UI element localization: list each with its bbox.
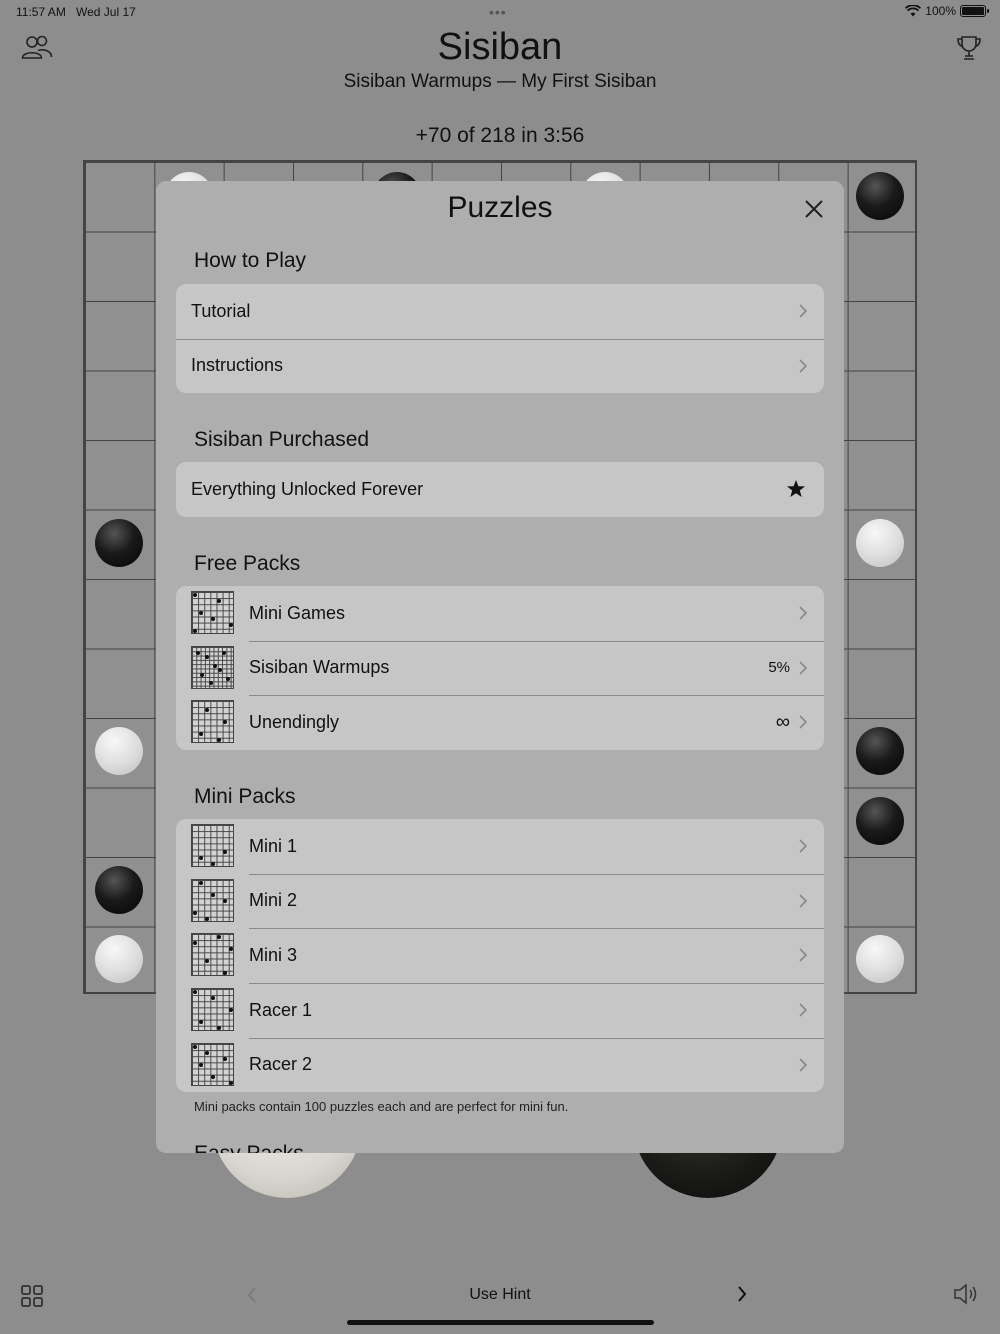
sisiban-warmups-row[interactable]: Sisiban Warmups 5% (176, 640, 824, 696)
chevron-right-icon (799, 715, 808, 729)
row-label: Unendingly (249, 712, 340, 733)
white-stone[interactable] (95, 727, 143, 775)
section-header-easy-packs: Easy Packs (194, 1142, 304, 1153)
chevron-right-icon (799, 894, 808, 908)
section-header-purchased: Sisiban Purchased (194, 428, 370, 451)
battery-percent: 100% (925, 4, 956, 18)
white-stone[interactable] (856, 935, 904, 983)
section-header-free-packs: Free Packs (194, 552, 301, 575)
chevron-right-icon[interactable] (736, 1285, 748, 1303)
row-label: Racer 2 (249, 1054, 313, 1075)
white-stone[interactable] (95, 935, 143, 983)
tutorial-row[interactable]: Tutorial (176, 284, 824, 339)
battery-icon (960, 5, 989, 17)
black-stone[interactable] (856, 797, 904, 845)
progress-value: 5% (768, 659, 790, 677)
chevron-right-icon (799, 948, 808, 962)
pack-thumbnail (191, 645, 234, 689)
instructions-row[interactable]: Instructions (176, 338, 824, 394)
wifi-icon (905, 5, 922, 17)
pack-thumbnail (191, 1042, 234, 1086)
unendingly-row[interactable]: Unendingly ∞ (176, 695, 824, 750)
modal-title: Puzzles (447, 191, 553, 224)
multitasking-dots-icon[interactable]: ••• (489, 4, 507, 20)
how-to-play-group: Tutorial Instructions (176, 284, 824, 394)
black-stone[interactable] (95, 519, 143, 567)
row-label: Mini 3 (249, 945, 298, 966)
row-label: Racer 1 (249, 999, 313, 1020)
black-stone[interactable] (856, 727, 904, 775)
status-bar: 11:57 AM Wed Jul 17 ••• 100% (0, 0, 1000, 24)
mini-games-row[interactable]: Mini Games (176, 586, 824, 641)
pack-thumbnail (191, 933, 234, 977)
status-date: Wed Jul 17 (76, 5, 136, 19)
black-stone[interactable] (95, 866, 143, 914)
section-header-mini-packs: Mini Packs (194, 785, 296, 808)
mini-2-row[interactable]: Mini 2 (176, 873, 824, 929)
row-label: Mini 2 (249, 890, 298, 911)
star-icon (787, 480, 805, 497)
row-label: Instructions (191, 355, 284, 376)
row-label: Mini 1 (249, 835, 298, 856)
free-packs-group: Mini Games Sisiban Warmups 5% Unendingly… (176, 586, 824, 750)
home-indicator[interactable] (347, 1320, 654, 1325)
chevron-right-icon (799, 1003, 808, 1017)
close-icon[interactable] (802, 197, 826, 221)
pack-thumbnail (191, 700, 234, 744)
everything-unlocked-row[interactable]: Everything Unlocked Forever (176, 462, 824, 517)
racer-1-row[interactable]: Racer 1 (176, 982, 824, 1038)
score-progress: +70 of 218 in 3:56 (415, 124, 585, 147)
row-label: Tutorial (191, 300, 251, 321)
page-title: Sisiban (437, 26, 563, 68)
row-label: Sisiban Warmups (249, 657, 390, 678)
status-right: 100% (905, 4, 989, 18)
black-stone[interactable] (856, 172, 904, 220)
status-time: 11:57 AM (16, 5, 66, 19)
chevron-right-icon (799, 606, 808, 620)
speaker-icon[interactable] (953, 1283, 979, 1305)
chevron-right-icon (799, 304, 808, 318)
mini-packs-footnote: Mini packs contain 100 puzzles each and … (194, 1099, 569, 1114)
racer-2-row[interactable]: Racer 2 (176, 1037, 824, 1093)
white-stone[interactable] (856, 519, 904, 567)
section-header-how-to-play: How to Play (194, 249, 307, 272)
trophy-icon[interactable] (956, 34, 982, 62)
infinity-value: ∞ (775, 711, 790, 734)
purchased-group: Everything Unlocked Forever (176, 462, 824, 517)
pack-thumbnail (191, 878, 234, 922)
page-subtitle: Sisiban Warmups — My First Sisiban (343, 71, 657, 92)
chevron-right-icon (799, 839, 808, 853)
mini-3-row[interactable]: Mini 3 (176, 928, 824, 983)
chevron-right-icon (799, 359, 808, 373)
chevron-right-icon (799, 1058, 808, 1072)
mini-1-row[interactable]: Mini 1 (176, 819, 824, 874)
row-label: Everything Unlocked Forever (191, 478, 424, 499)
pack-thumbnail (191, 987, 234, 1031)
use-hint-button[interactable]: Use Hint (0, 1286, 1000, 1304)
row-label: Mini Games (249, 602, 346, 623)
mini-packs-group: Mini 1 Mini 2 Mini 3 Racer 1 Racer 2 (176, 819, 824, 1093)
pack-thumbnail (191, 591, 234, 634)
chevron-right-icon (799, 661, 808, 675)
pack-thumbnail (191, 824, 234, 867)
puzzles-modal: Puzzles How to Play Tutorial Instruction… (156, 181, 844, 1153)
